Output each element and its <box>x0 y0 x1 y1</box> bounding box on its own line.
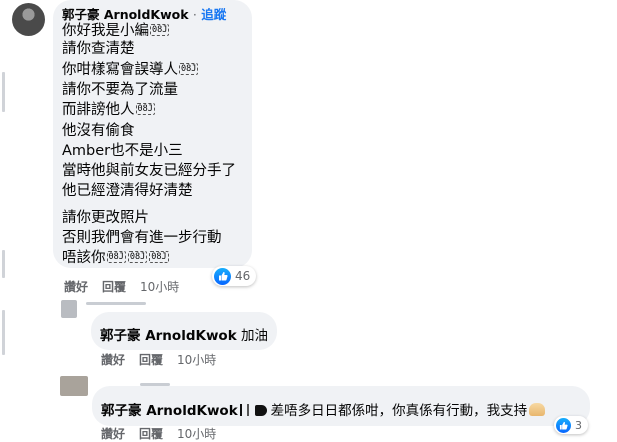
comment-line: 他沒有偷食 <box>62 123 135 139</box>
comment-actions: 讚好 回覆 10小時 <box>64 278 179 295</box>
reply-content: 郭子豪 ArnoldKwok 加油 <box>100 324 268 344</box>
tag-icon <box>254 405 267 416</box>
author-name[interactable]: 郭子豪 ArnoldKwok <box>101 403 238 419</box>
emoji-icon: 08J <box>135 103 155 115</box>
reply-button[interactable]: 回覆 <box>102 278 126 295</box>
scroll-edge-mark <box>2 72 5 112</box>
strong-arm-icon <box>529 403 546 416</box>
comment-line: Amber也不是小三 <box>62 143 183 159</box>
separator: · <box>192 7 197 22</box>
like-icon <box>214 267 231 285</box>
reaction-count: 3 <box>575 418 582 432</box>
scroll-edge-mark <box>2 250 5 278</box>
reply-avatar[interactable] <box>60 376 88 396</box>
comment-line: 請你更改照片 <box>62 210 149 226</box>
comment-line: 而誹謗他人 08J <box>62 102 155 118</box>
emoji-icon: 08J <box>149 251 169 263</box>
scroll-edge-mark <box>2 310 5 355</box>
reaction-summary[interactable]: 46 <box>212 266 257 286</box>
emoji-icon: 08J <box>127 251 148 263</box>
like-button[interactable]: 讚好 <box>101 351 125 368</box>
emoji-icon: 08J <box>150 24 170 36</box>
comment-line: 請你不要為了流量 <box>62 82 178 98</box>
reaction-count: 46 <box>235 269 251 283</box>
reply-content: 郭子豪 ArnoldKwok 差唔多日日都係咁，你真係有行動，我支持 <box>101 399 546 419</box>
comment-line: 否則我們會有進一步行動 <box>62 230 222 246</box>
like-button[interactable]: 讚好 <box>64 278 88 295</box>
timestamp[interactable]: 10小時 <box>177 351 216 368</box>
author-name[interactable]: 郭子豪 ArnoldKwok <box>62 7 189 22</box>
comment-header: 郭子豪 ArnoldKwok · 追蹤 <box>62 4 226 23</box>
reply-text: 加油 <box>240 328 268 344</box>
like-button[interactable]: 讚好 <box>101 425 125 442</box>
timestamp[interactable]: 10小時 <box>140 278 179 295</box>
reply-button[interactable]: 回覆 <box>139 425 163 442</box>
reaction-summary[interactable]: 3 <box>554 416 588 434</box>
author-name[interactable]: 郭子豪 ArnoldKwok <box>100 328 237 344</box>
comment-line: 他已經澄清得好清楚 <box>62 183 193 199</box>
reply-avatar[interactable] <box>61 300 77 318</box>
reply-button[interactable]: 回覆 <box>139 351 163 368</box>
comment-line: 請你查清楚 <box>62 41 135 57</box>
timestamp[interactable]: 10小時 <box>177 425 216 442</box>
emoji-icon <box>239 404 249 416</box>
avatar[interactable] <box>12 3 45 36</box>
comment-line: 唔該你 08J 08J 08J <box>62 250 169 266</box>
reply-actions: 讚好 回覆 10小時 <box>101 351 216 368</box>
comment-line: 當時他與前女友已經分手了 <box>62 163 236 179</box>
comment-line: 你咁樣寫會誤導人 08J <box>62 62 199 78</box>
comment-line: 你好我是小編 08J <box>62 23 170 39</box>
reply-text: 差唔多日日都係咁，你真係有行動，我支持 <box>270 403 528 419</box>
like-icon <box>556 417 571 433</box>
emoji-icon: 08J <box>106 251 126 263</box>
follow-link[interactable]: 追蹤 <box>201 7 226 22</box>
emoji-icon: 08J <box>179 63 199 75</box>
reply-actions: 讚好 回覆 10小時 <box>101 425 216 442</box>
blurred-text <box>86 302 146 305</box>
